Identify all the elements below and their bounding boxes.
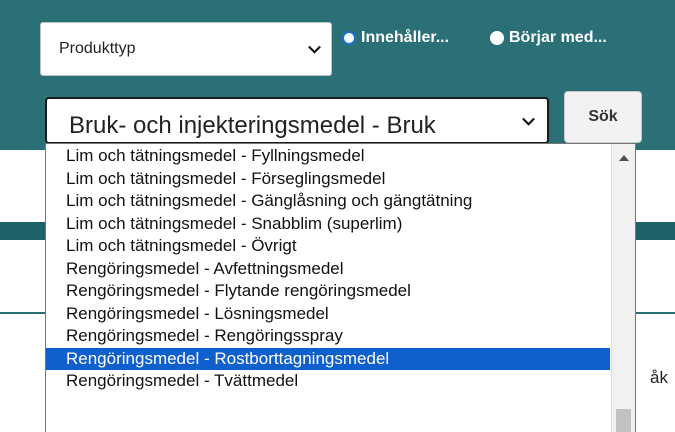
radio-starts-label: Börjar med... [509,29,607,46]
radio-starts-with[interactable]: Börjar med... [490,29,607,47]
dropdown-option[interactable]: Rengöringsmedel - Tvättmedel [46,370,610,393]
product-type-select[interactable]: Produkttyp [40,22,332,76]
dropdown-option[interactable]: Rengöringsmedel - Avfettningsmedel [46,258,610,281]
category-dropdown-list[interactable]: Lim och tätningsmedel - Fyllningsmedel L… [45,143,636,432]
product-type-label: Produkttyp [59,40,136,57]
dropdown-option[interactable]: Lim och tätningsmedel - Snabblim (superl… [46,213,610,236]
category-select[interactable]: Bruk- och injekteringsmedel - Bruk [45,97,549,144]
category-select-value: Bruk- och injekteringsmedel - Bruk [69,112,436,139]
radio-contains[interactable]: Innehåller... [342,29,449,47]
dropdown-option[interactable]: Rengöringsmedel - Rengöringsspray [46,325,610,348]
dropdown-option[interactable]: Rengöringsmedel - Flytande rengöringsmed… [46,280,610,303]
radio-selected-icon[interactable] [342,31,356,45]
background-text: åk [650,368,668,387]
dropdown-option-highlighted[interactable]: Rengöringsmedel - Rostborttagningsmedel [46,347,610,370]
dropdown-option[interactable]: Rengöringsmedel - Lösningsmedel [46,303,610,326]
dropdown-option[interactable]: Lim och tätningsmedel - Övrigt [46,235,610,258]
chevron-down-icon [308,40,321,54]
search-button[interactable]: Sök [564,91,642,143]
radio-unselected-icon[interactable] [490,31,504,45]
dropdown-scrollbar[interactable] [611,144,635,432]
dropdown-option[interactable]: Lim och tätningsmedel - Förseglingsmedel [46,168,610,191]
chevron-down-icon [522,112,535,126]
scrollbar-thumb[interactable] [616,409,631,432]
radio-contains-label: Innehåller... [361,29,450,46]
dropdown-option[interactable]: Lim och tätningsmedel - Gänglåsning och … [46,190,610,213]
scroll-up-arrow-icon[interactable] [619,155,629,161]
dropdown-option[interactable]: Lim och tätningsmedel - Fyllningsmedel [46,145,610,168]
